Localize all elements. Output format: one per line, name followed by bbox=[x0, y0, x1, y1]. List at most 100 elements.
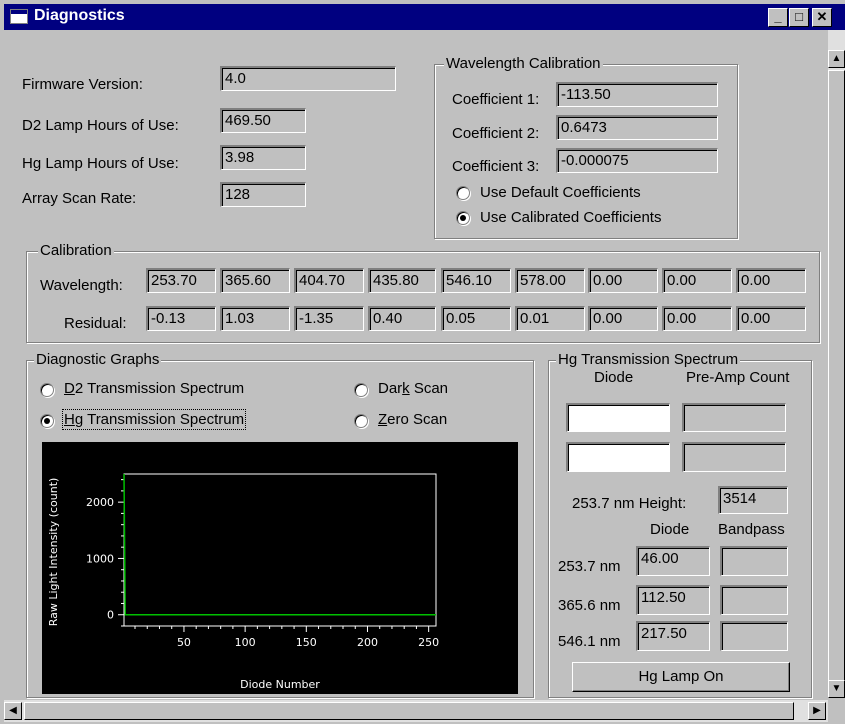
height-label: 253.7 nm Height: bbox=[572, 495, 687, 512]
calibration-title: Calibration bbox=[38, 242, 114, 259]
d2-spectrum-label[interactable]: D2 Transmission Spectrum bbox=[64, 380, 244, 397]
maximize-button[interactable]: □ bbox=[789, 8, 809, 27]
diode-input-1[interactable] bbox=[566, 403, 670, 432]
residual-cell-6[interactable]: 0.01 bbox=[515, 306, 585, 331]
coefficient3-label: Coefficient 3: bbox=[452, 158, 540, 175]
wavelength-cell-3[interactable]: 404.70 bbox=[294, 268, 364, 293]
row-253-diode-field[interactable]: 46.00 bbox=[636, 546, 710, 576]
minimize-button[interactable]: _ bbox=[768, 8, 788, 27]
row-546-label: 546.1 nm bbox=[558, 633, 621, 650]
firmware-label: Firmware Version: bbox=[22, 76, 143, 93]
wavelength-cell-5[interactable]: 546.10 bbox=[441, 268, 511, 293]
arrow-down-icon: ▼ bbox=[831, 683, 842, 694]
wavelength-cell-1[interactable]: 253.70 bbox=[146, 268, 216, 293]
y-tick-label: 2000 bbox=[86, 496, 114, 509]
firmware-field[interactable]: 4.0 bbox=[220, 66, 396, 91]
wavelength-cell-6[interactable]: 578.00 bbox=[515, 268, 585, 293]
arrow-up-icon: ▲ bbox=[831, 53, 842, 64]
wavelength-cell-8[interactable]: 0.00 bbox=[662, 268, 732, 293]
d2-spectrum-radio[interactable] bbox=[40, 383, 54, 397]
x-tick-label: 100 bbox=[235, 636, 256, 649]
x-tick-label: 150 bbox=[296, 636, 317, 649]
chart-background bbox=[42, 442, 518, 694]
hg-spectrum-label[interactable]: Hg Transmission Spectrum bbox=[61, 409, 247, 430]
residual-cell-2[interactable]: 1.03 bbox=[220, 306, 290, 331]
window-app-icon[interactable] bbox=[10, 9, 28, 24]
use-calibrated-radio[interactable] bbox=[456, 211, 470, 225]
scan-rate-field[interactable]: 128 bbox=[220, 182, 306, 207]
coefficient2-field[interactable]: 0.6473 bbox=[556, 115, 718, 140]
x-tick-label: 250 bbox=[418, 636, 439, 649]
coefficient3-field[interactable]: -0.000075 bbox=[556, 148, 718, 173]
dark-scan-radio[interactable] bbox=[354, 383, 368, 397]
x-tick-label: 50 bbox=[177, 636, 191, 649]
dark-scan-label[interactable]: Dark Scan bbox=[378, 380, 448, 397]
zero-scan-label[interactable]: Zero Scan bbox=[378, 411, 447, 428]
coefficient1-field[interactable]: -113.50 bbox=[556, 82, 718, 107]
arrow-left-icon: ◀ bbox=[9, 705, 17, 716]
maximize-icon: □ bbox=[795, 9, 803, 24]
scan-rate-label: Array Scan Rate: bbox=[22, 190, 137, 207]
diode-header: Diode bbox=[594, 369, 634, 386]
minimize-icon: _ bbox=[774, 9, 782, 24]
wavelength-cell-9[interactable]: 0.00 bbox=[736, 268, 806, 293]
hg-hours-field[interactable]: 3.98 bbox=[220, 145, 306, 170]
wavelength-cell-4[interactable]: 435.80 bbox=[368, 268, 436, 293]
window-title: Diagnostics bbox=[34, 7, 125, 24]
scroll-left-button[interactable]: ◀ bbox=[4, 702, 22, 720]
wavelength-cell-2[interactable]: 365.60 bbox=[220, 268, 290, 293]
vertical-scroll-thumb[interactable] bbox=[828, 70, 845, 692]
residual-row-label: Residual: bbox=[64, 315, 127, 332]
row-253-label: 253.7 nm bbox=[558, 558, 621, 575]
residual-cell-1[interactable]: -0.13 bbox=[146, 306, 216, 331]
scroll-right-button[interactable]: ▶ bbox=[808, 702, 826, 720]
hg-lamp-on-button[interactable]: Hg Lamp On bbox=[572, 662, 790, 692]
residual-cell-4[interactable]: 0.40 bbox=[368, 306, 436, 331]
vertical-scrollbar[interactable]: ▲ ▼ bbox=[828, 30, 845, 698]
horizontal-scrollbar[interactable]: ◀ ▶ bbox=[4, 700, 828, 722]
use-calibrated-label[interactable]: Use Calibrated Coefficients bbox=[480, 209, 661, 226]
row-546-diode-field[interactable]: 217.50 bbox=[636, 621, 710, 651]
diode-column-header: Diode bbox=[650, 521, 690, 538]
use-default-radio[interactable] bbox=[456, 186, 470, 200]
row-253-bandpass-field[interactable] bbox=[720, 546, 788, 576]
height-field[interactable]: 3514 bbox=[718, 486, 788, 514]
residual-cell-8[interactable]: 0.00 bbox=[662, 306, 732, 331]
scroll-down-button[interactable]: ▼ bbox=[828, 680, 845, 698]
preamp-count-field-2[interactable] bbox=[682, 442, 786, 472]
coefficient1-label: Coefficient 1: bbox=[452, 91, 540, 108]
bandpass-column-header: Bandpass bbox=[718, 521, 785, 538]
residual-cell-3[interactable]: -1.35 bbox=[294, 306, 364, 331]
wavelength-cell-7[interactable]: 0.00 bbox=[588, 268, 658, 293]
row-365-diode-field[interactable]: 112.50 bbox=[636, 585, 710, 615]
hg-spectrum-radio[interactable] bbox=[40, 414, 54, 428]
size-grip[interactable] bbox=[828, 700, 845, 722]
title-bar[interactable]: Diagnostics _ □ ✕ bbox=[4, 4, 845, 30]
row-365-bandpass-field[interactable] bbox=[720, 585, 788, 615]
diode-input-2[interactable] bbox=[566, 442, 670, 472]
diagnostics-window: Diagnostics _ □ ✕ Firmware Version: 4.0 … bbox=[0, 0, 845, 724]
residual-cell-5[interactable]: 0.05 bbox=[441, 306, 511, 331]
x-tick-label: 200 bbox=[357, 636, 378, 649]
row-365-label: 365.6 nm bbox=[558, 597, 621, 614]
d2-hours-field[interactable]: 469.50 bbox=[220, 108, 306, 133]
wavelength-row-label: Wavelength: bbox=[40, 277, 123, 294]
spectrum-chart: 50 100 150 200 250 0 1000 2000 Diode Number Ra… bbox=[42, 442, 518, 694]
hg-spectrum-title: Hg Transmission Spectrum bbox=[556, 351, 741, 368]
y-tick-label: 1000 bbox=[86, 552, 114, 565]
scroll-up-button[interactable]: ▲ bbox=[828, 50, 845, 68]
horizontal-scroll-thumb[interactable] bbox=[24, 702, 794, 720]
close-button[interactable]: ✕ bbox=[812, 8, 832, 27]
preamp-header: Pre-Amp Count bbox=[686, 369, 790, 386]
coefficient2-label: Coefficient 2: bbox=[452, 125, 540, 142]
y-axis-label: Raw Light Intensity (count) bbox=[47, 478, 60, 627]
arrow-right-icon: ▶ bbox=[813, 705, 821, 716]
d2-hours-label: D2 Lamp Hours of Use: bbox=[22, 117, 179, 134]
zero-scan-radio[interactable] bbox=[354, 414, 368, 428]
residual-cell-7[interactable]: 0.00 bbox=[588, 306, 658, 331]
row-546-bandpass-field[interactable] bbox=[720, 621, 788, 651]
preamp-count-field-1[interactable] bbox=[682, 403, 786, 432]
residual-cell-9[interactable]: 0.00 bbox=[736, 306, 806, 331]
close-icon: ✕ bbox=[816, 9, 828, 24]
use-default-label[interactable]: Use Default Coefficients bbox=[480, 184, 641, 201]
